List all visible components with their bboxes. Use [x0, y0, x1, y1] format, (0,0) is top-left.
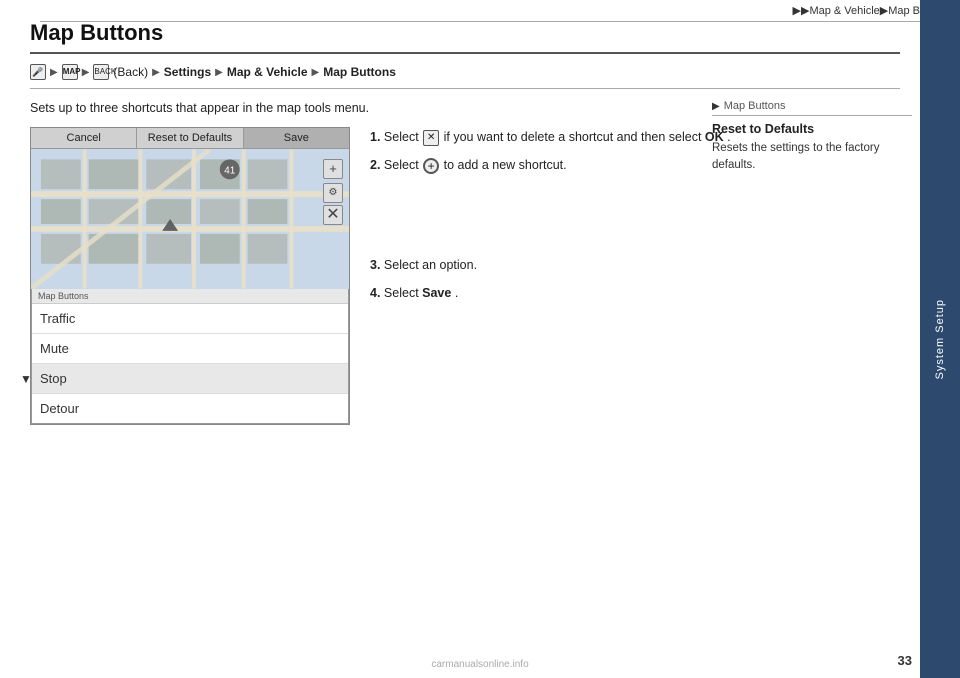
info-panel-title: Reset to Defaults	[712, 122, 912, 136]
list-item[interactable]: Traffic	[32, 304, 348, 334]
menu-list: Map Buttons Traffic Mute ▼ Stop Detour	[31, 289, 349, 424]
info-panel-text: Resets the settings to the factory defau…	[712, 140, 912, 175]
left-column: Cancel Reset to Defaults Save	[30, 127, 350, 425]
map-toolbar: Cancel Reset to Defaults Save	[31, 128, 349, 149]
step-4: 4. Select Save .	[370, 283, 900, 303]
map-icon: MAP	[62, 64, 78, 80]
reset-button[interactable]: Reset to Defaults	[137, 128, 243, 148]
delete-icon: ✕	[423, 130, 439, 146]
right-sidebar: System Setup	[920, 0, 960, 678]
page-number: 33	[898, 653, 912, 668]
play-icon: ▶	[712, 101, 720, 112]
map-controls: + ⚙ ✕	[323, 159, 343, 227]
svg-text:41: 41	[224, 165, 236, 176]
list-item[interactable]: Mute	[32, 334, 348, 364]
cancel-button[interactable]: Cancel	[31, 128, 137, 148]
mic-icon: 🎤	[30, 64, 46, 80]
map-svg: 41	[31, 149, 349, 289]
watermark: carmanualsonline.info	[431, 659, 528, 670]
selection-arrow-icon: ▼	[20, 372, 32, 386]
info-panel-header: ▶ Map Buttons	[712, 100, 912, 116]
back-icon: BACK	[93, 64, 109, 80]
list-item[interactable]: Detour	[32, 394, 348, 423]
save-button[interactable]: Save	[244, 128, 349, 148]
step-3: 3. Select an option.	[370, 255, 900, 275]
info-panel: ▶ Map Buttons Reset to Defaults Resets t…	[712, 100, 912, 175]
zoom-in-button[interactable]: +	[323, 159, 343, 179]
nav-path: 🎤 ▶ MAP ▶ BACK (Back) ▶ Settings ▶ Map &…	[30, 64, 900, 89]
menu-header: Map Buttons	[32, 289, 348, 304]
map-area: 41 + ⚙ ✕	[31, 149, 349, 289]
list-item-selected[interactable]: ▼ Stop	[32, 364, 348, 394]
zoom-out-button[interactable]: ✕	[323, 205, 343, 225]
sidebar-label: System Setup	[934, 299, 946, 379]
page-title: Map Buttons	[30, 20, 900, 54]
map-settings-button[interactable]: ⚙	[323, 183, 343, 203]
map-ui: Cancel Reset to Defaults Save	[30, 127, 350, 425]
add-icon: +	[423, 158, 439, 174]
